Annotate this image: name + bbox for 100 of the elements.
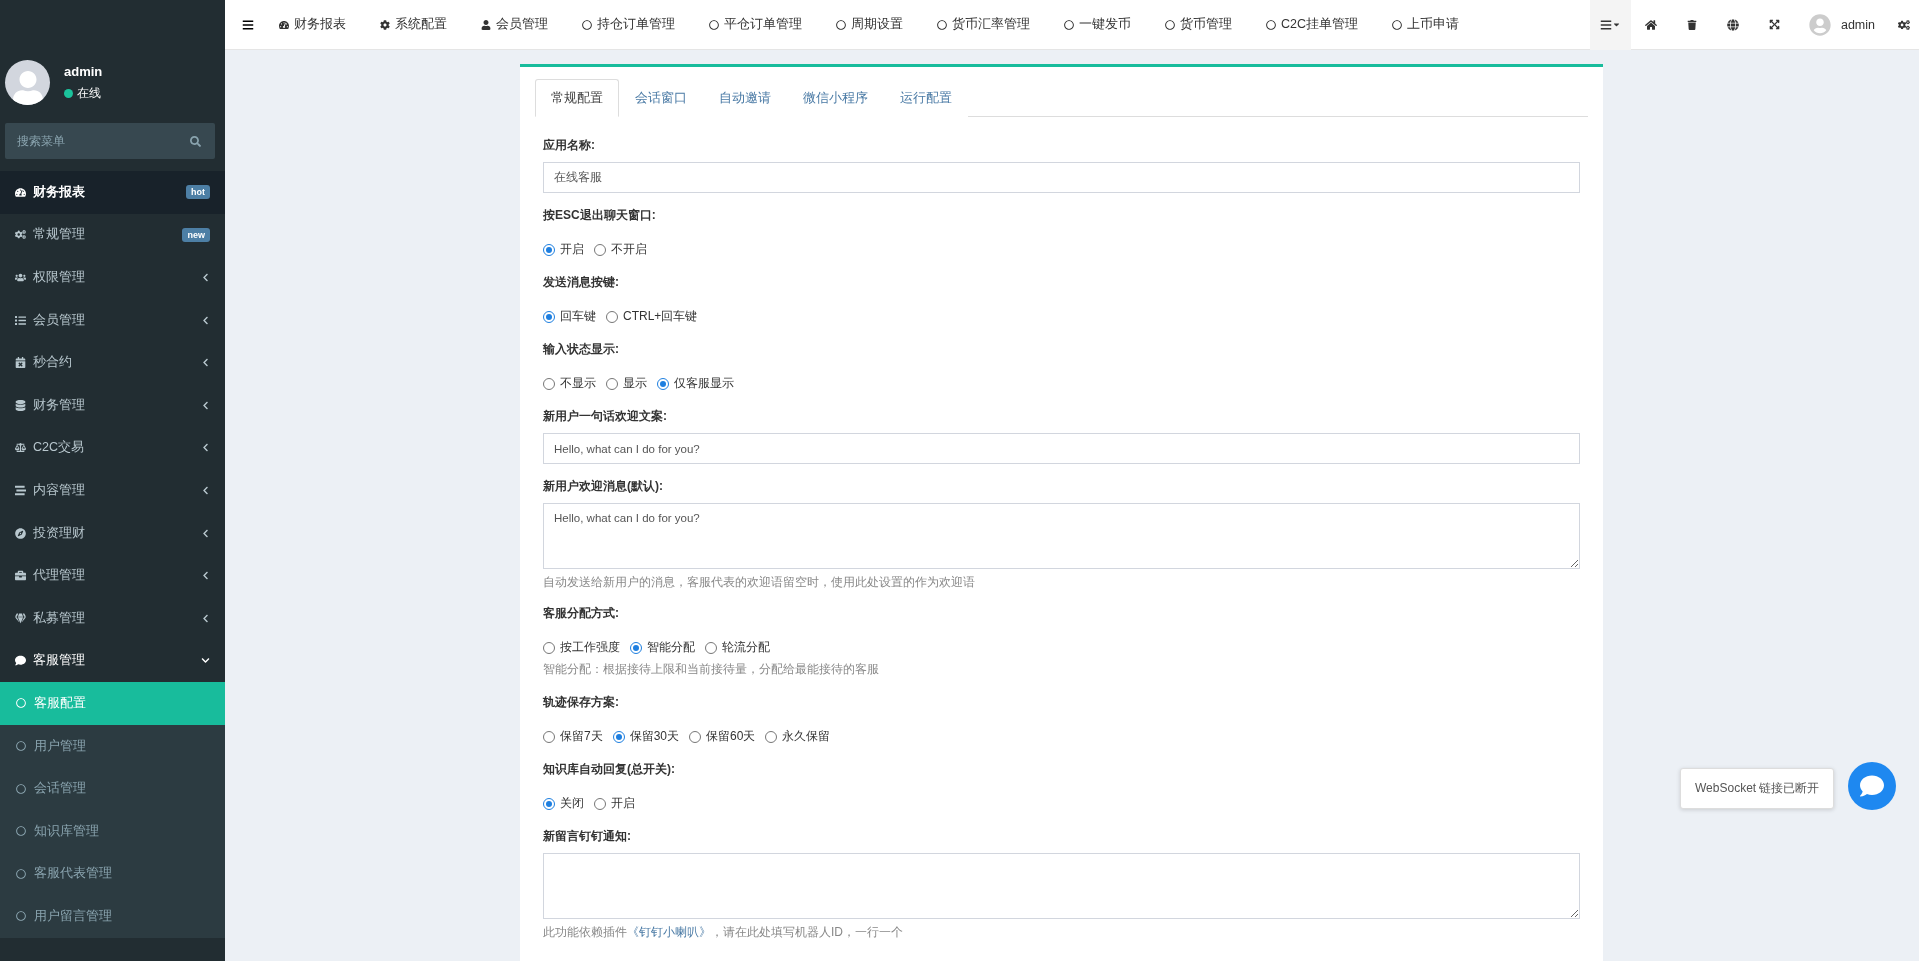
field-label: 发送消息按键:: [543, 274, 620, 291]
radio-button[interactable]: [543, 641, 555, 654]
radio-button[interactable]: [705, 641, 717, 654]
chevron-left-icon: [201, 273, 210, 282]
sidebar-item[interactable]: 投资理财: [0, 511, 225, 555]
list-menu-button[interactable]: [1589, 0, 1631, 50]
settings-icon: [1898, 18, 1910, 31]
menu-badge: hot: [186, 185, 210, 200]
nav-link[interactable]: 系统配置: [363, 16, 464, 33]
database-icon: [15, 399, 26, 411]
radio-option[interactable]: 仅客服显示: [657, 375, 734, 392]
nav-link[interactable]: 持仓订单管理: [565, 16, 692, 33]
user-icon: [481, 19, 491, 30]
compass-icon: [15, 527, 26, 539]
radio-option[interactable]: 关闭: [543, 795, 584, 812]
sidebar-subitem[interactable]: 客服代表管理: [0, 852, 225, 896]
help-text: 此功能依赖插件《钉钉小喇叭》，请在此处填写机器人ID，一行一个: [543, 924, 904, 941]
nav-link[interactable]: 平仓订单管理: [692, 16, 819, 33]
status-dot: [64, 88, 73, 98]
radio-button[interactable]: [765, 730, 778, 743]
field-label: 新留言钉钉通知:: [543, 828, 632, 845]
radio-option[interactable]: 按工作强度: [543, 639, 620, 656]
radio-option[interactable]: 轮流分配: [705, 639, 770, 656]
caret-icon: [1611, 20, 1621, 29]
tab[interactable]: 常规配置: [535, 79, 619, 117]
sidebar-item[interactable]: 秒合约: [0, 341, 225, 384]
radio-button[interactable]: [630, 641, 642, 654]
nav-link[interactable]: 会员管理: [464, 16, 565, 33]
speech-bubble-icon: [15, 655, 26, 667]
nav-link[interactable]: 货币管理: [1148, 16, 1249, 33]
sidebar-item[interactable]: 财务管理: [0, 383, 225, 427]
sidebar-subitem[interactable]: 用户管理: [0, 724, 225, 768]
globe-icon: [1727, 18, 1740, 31]
chevron-left-icon: [201, 613, 210, 623]
sidebar-subitem[interactable]: 知识库管理: [0, 809, 225, 853]
toast-message: WebSocket 链接已断开: [1680, 768, 1835, 809]
radio-option[interactable]: CTRL+回车键: [606, 308, 698, 325]
sidebar-item[interactable]: C2C交易: [0, 426, 225, 470]
text-field[interactable]: 在线客服: [543, 162, 1580, 193]
sidebar-item[interactable]: 私募管理: [0, 596, 225, 640]
radio-option[interactable]: 开启: [543, 241, 584, 258]
radio-button[interactable]: [606, 310, 618, 323]
textarea-field[interactable]: [543, 853, 1580, 919]
chevron-down-icon: [201, 656, 210, 666]
radio-button[interactable]: [657, 377, 669, 390]
help-text: 智能分配：根据接待上限和当前接待量，分配给最能接待的客服: [543, 661, 880, 678]
radio-button[interactable]: [543, 310, 555, 323]
scale-icon: [15, 442, 26, 454]
search-icon: [190, 135, 201, 147]
text-field[interactable]: Hello, what can I do for you?: [543, 433, 1580, 464]
sidebar-subitem[interactable]: 用户留言管理: [0, 895, 225, 938]
radio-button[interactable]: [543, 730, 555, 743]
field-label: 新用户欢迎消息(默认):: [543, 478, 664, 495]
radio-button[interactable]: [594, 797, 606, 810]
radio-option[interactable]: 智能分配: [630, 639, 695, 656]
lines-icon: [15, 484, 26, 496]
radio-option[interactable]: 显示: [606, 375, 647, 392]
field-label: 应用名称:: [543, 137, 596, 154]
nav-link[interactable]: C2C挂单管理: [1249, 16, 1375, 33]
sidebar-subitem[interactable]: 会话管理: [0, 767, 225, 810]
sidebar-item[interactable]: 代理管理: [0, 554, 225, 597]
radio-option[interactable]: 不显示: [543, 375, 596, 392]
field-label: 新用户一句话欢迎文案:: [543, 408, 668, 425]
radio-option[interactable]: 保留7天: [543, 728, 603, 745]
menu-badge: new: [182, 227, 210, 242]
user-menu[interactable]: admin: [1794, 13, 1889, 36]
textarea-field[interactable]: Hello, what can I do for you?: [543, 503, 1580, 569]
radio-button[interactable]: [543, 797, 555, 810]
sidebar-item[interactable]: 客服管理: [0, 639, 225, 683]
radio-button[interactable]: [612, 730, 625, 743]
sidebar-item[interactable]: 财务报表 hot: [0, 171, 225, 214]
chat-button[interactable]: [1848, 762, 1896, 810]
nav-link[interactable]: 周期设置: [819, 16, 920, 33]
sidebar-item[interactable]: 内容管理: [0, 469, 225, 512]
chat-bubble-icon: [1860, 774, 1884, 798]
nav-link[interactable]: 货币汇率管理: [920, 16, 1047, 33]
menu-search-field[interactable]: 搜索菜单: [5, 123, 215, 159]
radio-option[interactable]: 开启: [594, 795, 635, 812]
nav-link[interactable]: 财务报表: [262, 16, 363, 33]
radio-option[interactable]: 永久保留: [765, 728, 831, 745]
menu-icon[interactable]: [242, 18, 254, 31]
radio-option[interactable]: 回车键: [543, 308, 596, 325]
gear-icon: [380, 19, 390, 30]
radio-button[interactable]: [606, 377, 618, 390]
radio-button[interactable]: [689, 730, 702, 743]
nav-link[interactable]: 一键发币: [1047, 16, 1148, 33]
radio-button[interactable]: [543, 243, 555, 256]
dashboard-icon: [279, 19, 289, 30]
radio-option[interactable]: 不开启: [594, 241, 647, 258]
sidebar-item[interactable]: 常规管理 new: [0, 213, 225, 257]
radio-button[interactable]: [594, 243, 606, 256]
diamond-icon: [15, 612, 26, 624]
nav-link[interactable]: 上币申请: [1375, 16, 1476, 33]
radio-button[interactable]: [543, 377, 555, 390]
plugin-link[interactable]: 《钉钉小喇叭》: [627, 925, 711, 939]
sidebar-item[interactable]: 会员管理: [0, 298, 225, 342]
chevron-left-icon: [201, 400, 210, 410]
radio-option[interactable]: 保留60天: [689, 728, 756, 745]
sidebar-item[interactable]: 权限管理: [0, 256, 225, 299]
radio-option[interactable]: 保留30天: [612, 728, 680, 745]
